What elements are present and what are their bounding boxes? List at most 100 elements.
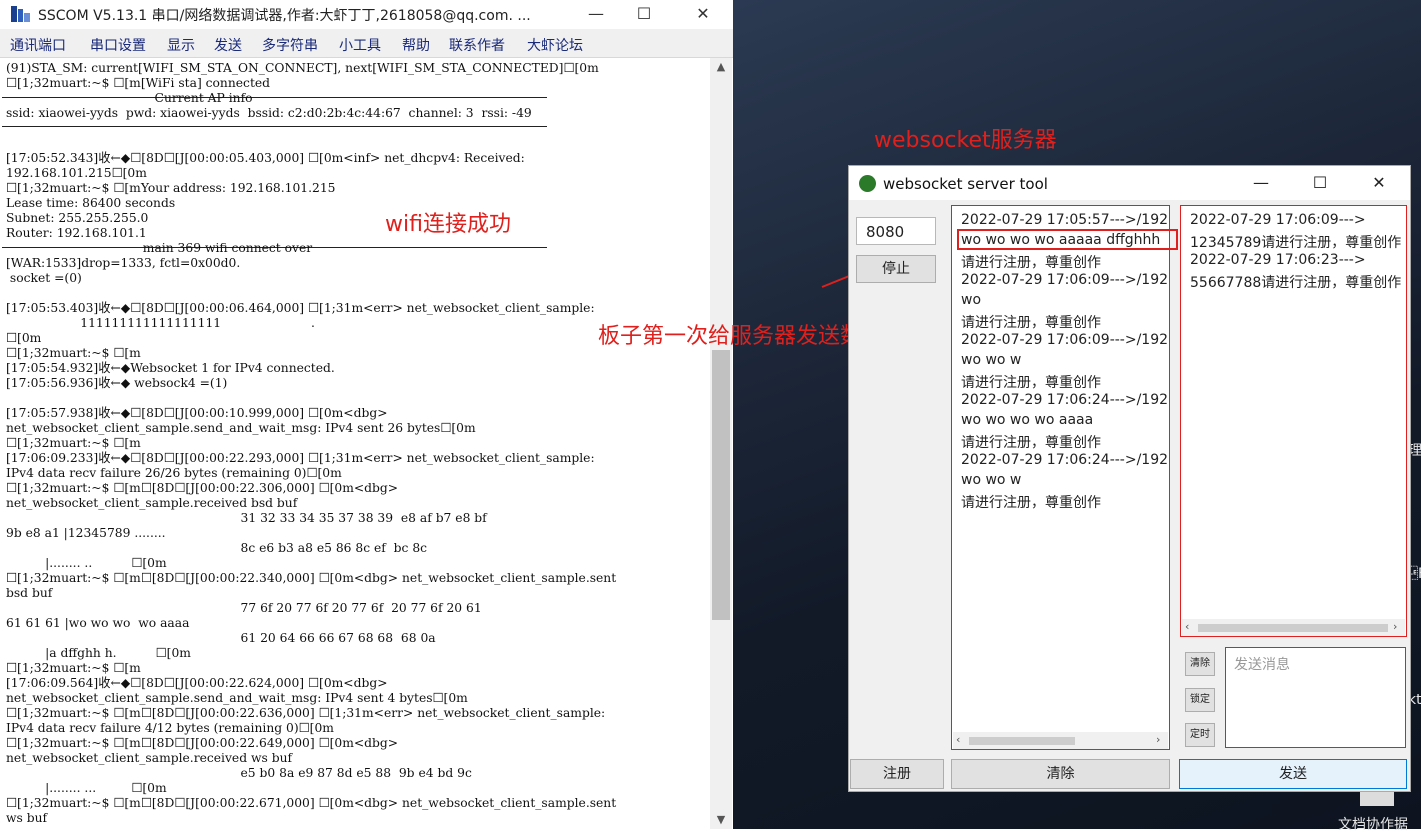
small-clear-button[interactable]: 清除 <box>1185 652 1215 676</box>
terminal-line: |........ .. ☐[0m <box>6 556 167 570</box>
terminal-line: ws buf <box>6 811 48 825</box>
send-button[interactable]: 发送 <box>1179 759 1407 789</box>
client-line[interactable]: 12345789请进行注册，尊重创作 <box>1190 232 1401 252</box>
send-placeholder: 发送消息 <box>1234 657 1290 673</box>
scroll-up-icon[interactable]: ▲ <box>710 58 732 76</box>
scroll-right-icon[interactable]: › <box>1156 733 1160 746</box>
menu-contact-author[interactable]: 联系作者 <box>449 35 505 55</box>
terminal-line: Current AP info <box>6 91 253 105</box>
port-input[interactable]: 8080 <box>856 217 936 245</box>
terminal-line: bsd buf <box>6 586 53 600</box>
message-line: wo <box>961 292 982 308</box>
minimize-icon[interactable]: — <box>576 2 616 26</box>
highlight-first-message <box>957 229 1178 250</box>
register-button[interactable]: 注册 <box>850 759 944 789</box>
hscroll-thumb[interactable] <box>1198 624 1388 632</box>
message-line: 请进行注册，尊重创作 <box>961 435 1101 451</box>
scroll-left-icon[interactable]: ‹ <box>956 733 960 746</box>
sscom-title: SSCOM V5.13.1 串口/网络数据调试器,作者:大虾丁丁,2618058… <box>38 8 531 24</box>
terminal-line: 31 32 33 34 35 37 38 39 e8 af b7 e8 bf <box>6 511 487 525</box>
terminal-line: 61 61 61 |wo wo wo wo aaaa <box>6 616 190 630</box>
message-log-panel[interactable]: 2022-07-29 17:05:57--->/192 wo wo wo wo a… <box>951 205 1170 750</box>
menu-serial-settings[interactable]: 串口设置 <box>90 35 146 55</box>
message-line: 2022-07-29 17:06:24--->/192 <box>961 392 1169 408</box>
menu-display[interactable]: 显示 <box>167 35 195 55</box>
terminal-line: main 369 wifi connect over <box>6 241 313 255</box>
message-hscroll[interactable]: ‹ › <box>953 732 1168 749</box>
timer-button[interactable]: 定时 <box>1185 723 1215 747</box>
terminal-line: ☐[1;32muart:~$ ☐[m☐[8D☐[J[00:00:22.340,0… <box>6 571 617 585</box>
terminal-line: IPv4 data recv failure 4/12 bytes (remai… <box>6 721 334 735</box>
menu-forum[interactable]: 大虾论坛 <box>527 35 583 55</box>
terminal-line: ☐[1;32muart:~$ ☐[m[WiFi sta] connected <box>6 76 271 90</box>
terminal-line: (91)STA_SM: current[WIFI_SM_STA_ON_CONNE… <box>6 61 599 75</box>
terminal-line: [WAR:1533]drop=1333, fctl=0x00d0. <box>6 256 241 270</box>
terminal-line: 9b e8 a1 |12345789 ........ <box>6 526 166 540</box>
scroll-down-icon[interactable]: ▼ <box>710 811 732 829</box>
message-line: 2022-07-29 17:06:09--->/192 <box>961 332 1169 348</box>
terminal-line: 77 6f 20 77 6f 20 77 6f 20 77 6f 20 61 <box>6 601 482 615</box>
maximize-icon[interactable]: ☐ <box>1300 172 1340 194</box>
sscom-app-icon <box>11 6 30 22</box>
menu-multi-string[interactable]: 多字符串 <box>262 35 318 55</box>
terminal-line: 8c e6 b3 a8 e5 86 8c ef bc 8c <box>6 541 428 555</box>
terminal-line: [17:05:57.938]收←◆☐[8D☐[J[00:00:10.999,00… <box>6 406 388 420</box>
hscroll-thumb[interactable] <box>969 737 1075 745</box>
sscom-titlebar[interactable]: SSCOM V5.13.1 串口/网络数据调试器,作者:大虾丁丁,2618058… <box>0 0 733 29</box>
terminal-output[interactable]: (91)STA_SM: current[WIFI_SM_STA_ON_CONNE… <box>2 58 710 829</box>
menu-send[interactable]: 发送 <box>214 35 242 55</box>
ws-server-window: websocket server tool — ☐ ✕ 8080 停止 2022… <box>848 165 1411 792</box>
terminal-line: |........ ... ☐[0m <box>6 781 167 795</box>
scroll-thumb[interactable] <box>712 350 730 620</box>
client-line[interactable]: 55667788请进行注册，尊重创作 <box>1190 272 1401 292</box>
lock-button[interactable]: 锁定 <box>1185 688 1215 712</box>
close-icon[interactable]: ✕ <box>683 2 723 26</box>
client-hscroll[interactable]: ‹ › <box>1182 619 1405 636</box>
menu-comm-port[interactable]: 通讯端口 <box>10 35 66 55</box>
terminal-line: ☐[1;32muart:~$ ☐[m <box>6 661 141 675</box>
close-icon[interactable]: ✕ <box>1359 172 1399 194</box>
divider <box>2 126 547 127</box>
annotation-wifi-ok: wifi连接成功 <box>385 212 511 237</box>
message-line: wo wo w <box>961 472 1022 488</box>
menu-tools[interactable]: 小工具 <box>339 35 381 55</box>
message-line: 请进行注册，尊重创作 <box>961 255 1101 271</box>
stop-button[interactable]: 停止 <box>856 255 936 283</box>
terminal-line: e5 b0 8a e9 87 8d e5 88 9b e4 bd 9c <box>6 766 472 780</box>
terminal-line: [17:05:52.343]收←◆☐[8D☐[J[00:00:05.403,00… <box>6 151 525 165</box>
client-line[interactable]: 2022-07-29 17:06:23---> <box>1190 252 1366 268</box>
message-line: wo wo wo wo aaaa <box>961 412 1094 428</box>
terminal-line: 61 20 64 66 66 67 68 68 68 0a <box>6 631 436 645</box>
annotation-ws-server: websocket服务器 <box>874 128 1057 153</box>
send-message-input[interactable]: 发送消息 <box>1225 647 1406 748</box>
message-line: 2022-07-29 17:06:24--->/192 <box>961 452 1169 468</box>
terminal-scrollbar[interactable]: ▲ ▼ <box>710 58 732 829</box>
terminal-line: ☐[1;32muart:~$ ☐[m☐[8D☐[J[00:00:22.636,0… <box>6 706 606 720</box>
terminal-line: [17:05:56.936]收←◆ websock4 =(1) <box>6 376 228 390</box>
desktop-text-d[interactable]: 文档协作据 <box>1338 814 1408 834</box>
terminal-line: ☐[1;32muart:~$ ☐[m☐[8D☐[J[00:00:22.649,0… <box>6 736 399 750</box>
annotation-first-send: 板子第一次给服务器发送数据 <box>598 324 885 349</box>
menu-help[interactable]: 帮助 <box>402 35 430 55</box>
terminal-line: ☐[1;32muart:~$ ☐[mYour address: 192.168.… <box>6 181 336 195</box>
terminal-line: net_websocket_client_sample.received ws … <box>6 751 293 765</box>
message-line: 2022-07-29 17:05:57--->/192 <box>961 212 1169 228</box>
message-line: wo wo w <box>961 352 1022 368</box>
scroll-right-icon[interactable]: › <box>1393 620 1397 633</box>
terminal-line: |a dffghh h. ☐[0m <box>6 646 191 660</box>
terminal-line: socket =(0) <box>6 271 82 285</box>
minimize-icon[interactable]: — <box>1241 172 1281 194</box>
terminal-line: ☐[1;32muart:~$ ☐[m☐[8D☐[J[00:00:22.306,0… <box>6 481 399 495</box>
sscom-window: SSCOM V5.13.1 串口/网络数据调试器,作者:大虾丁丁,2618058… <box>0 0 734 829</box>
client-list-panel[interactable]: 2022-07-29 17:06:09---> 12345789请进行注册，尊重创… <box>1180 205 1407 637</box>
terminal-line: Router: 192.168.101.1 <box>6 226 147 240</box>
terminal-line: Subnet: 255.255.255.0 <box>6 211 149 225</box>
ws-titlebar[interactable]: websocket server tool — ☐ ✕ <box>849 166 1410 200</box>
terminal-line: IPv4 data recv failure 26/26 bytes (rema… <box>6 466 342 480</box>
terminal-line: ☐[0m <box>6 331 42 345</box>
maximize-icon[interactable]: ☐ <box>624 2 664 26</box>
terminal-line: ☐[1;32muart:~$ ☐[m☐[8D☐[J[00:00:22.671,0… <box>6 796 617 810</box>
clear-button[interactable]: 清除 <box>951 759 1170 789</box>
client-line[interactable]: 2022-07-29 17:06:09---> <box>1190 212 1366 228</box>
scroll-left-icon[interactable]: ‹ <box>1185 620 1189 633</box>
